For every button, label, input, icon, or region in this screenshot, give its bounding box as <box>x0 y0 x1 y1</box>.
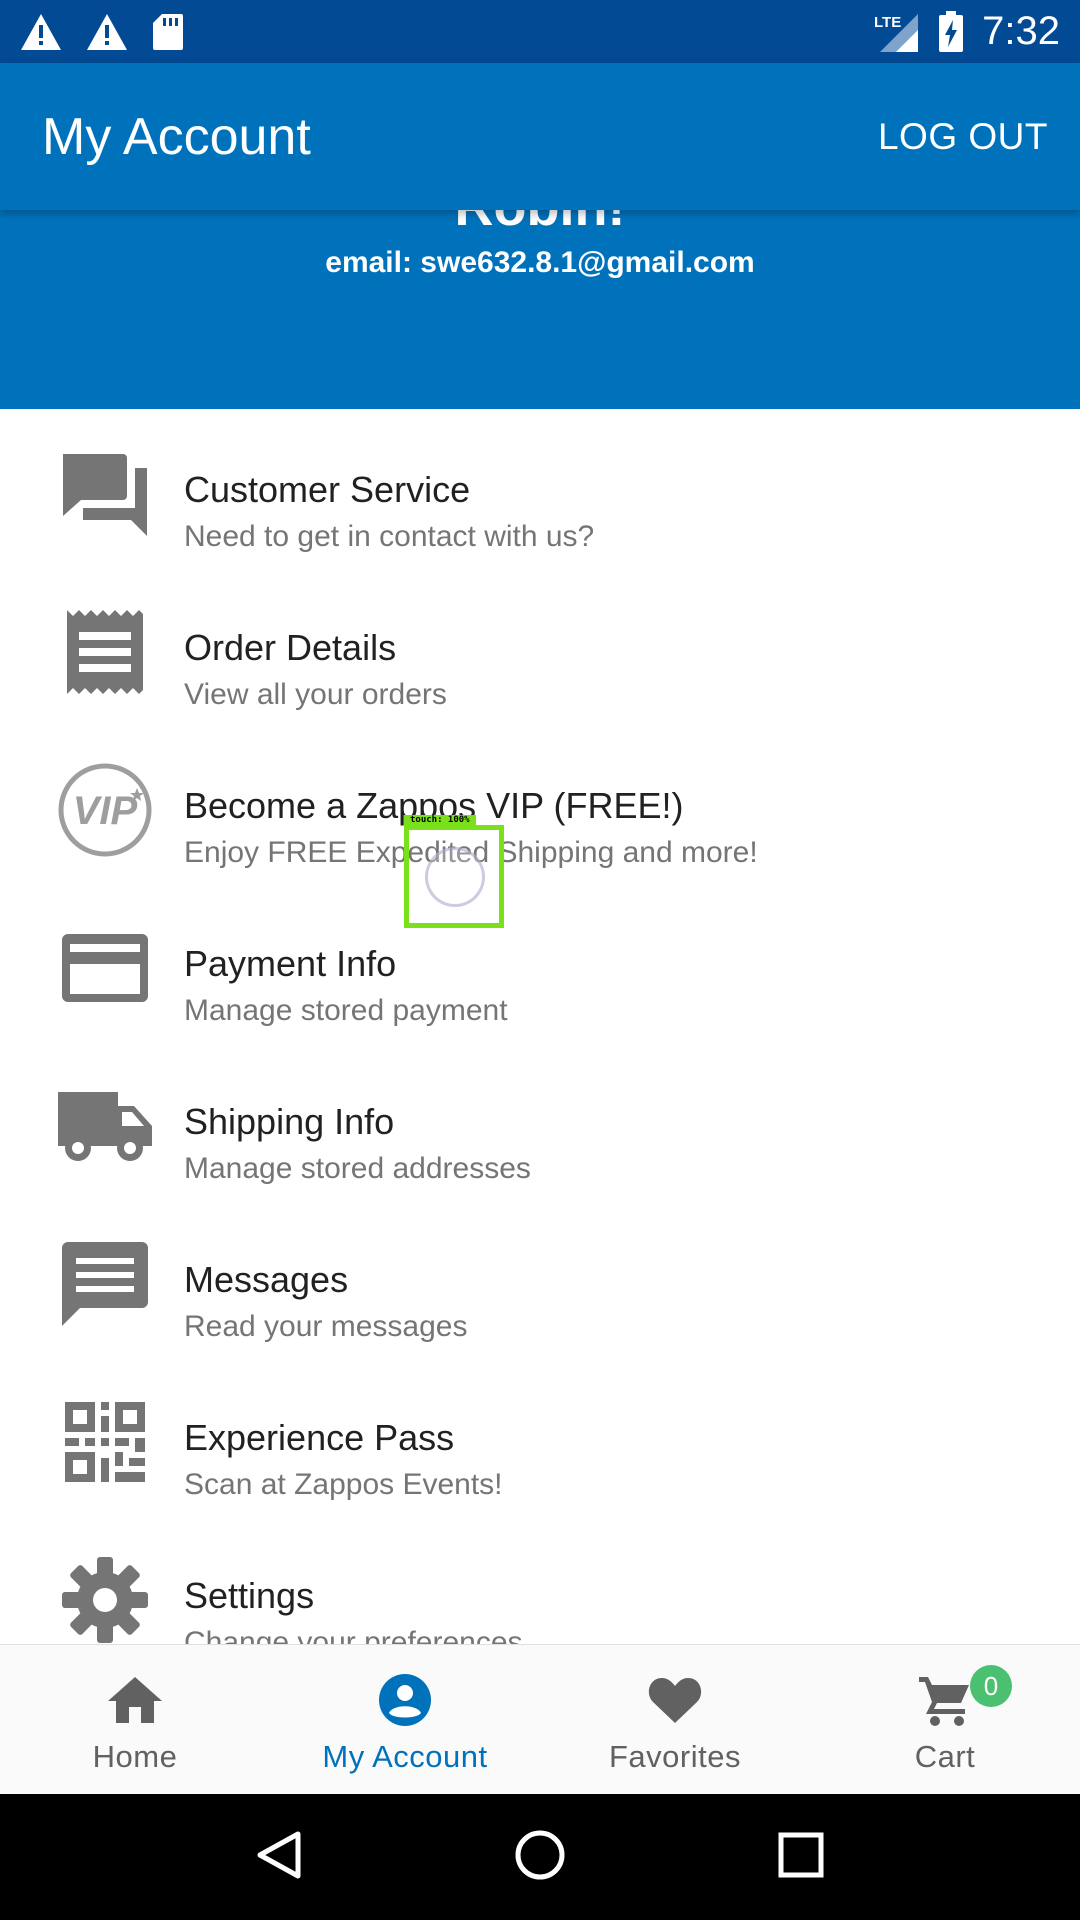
qr-code-icon <box>52 1389 158 1495</box>
menu-item-payment-info[interactable]: Payment Info Manage stored payment <box>0 883 1080 1041</box>
screen: LTE 7:32 My Account LOG OUT Robin! email… <box>0 0 1080 1920</box>
heart-icon <box>647 1673 703 1727</box>
menu-item-title: Experience Pass <box>184 1417 455 1458</box>
warning-icon <box>86 13 128 51</box>
menu-item-title: Messages <box>184 1259 349 1300</box>
sd-card-icon <box>152 13 184 51</box>
nav-label: Home <box>92 1739 178 1774</box>
menu-item-title: Payment Info <box>184 943 397 984</box>
menu-item-order-details[interactable]: Order Details View all your orders <box>0 567 1080 725</box>
menu-item-title: Settings <box>184 1575 315 1616</box>
nav-label: My Account <box>322 1739 488 1774</box>
menu-item-subtitle: Read your messages <box>184 1310 468 1343</box>
warning-icon <box>20 13 62 51</box>
menu-item-messages[interactable]: Messages Read your messages <box>0 1199 1080 1357</box>
menu-item-subtitle: View all your orders <box>184 678 447 711</box>
system-navigation-bar <box>0 1794 1080 1920</box>
menu-item-vip[interactable]: VIP Become a Zappos VIP (FREE!) Enjoy FR… <box>0 725 1080 883</box>
message-icon <box>52 1231 158 1337</box>
menu-item-subtitle: Manage stored payment <box>184 994 508 1027</box>
nav-cart[interactable]: Cart 0 <box>810 1645 1080 1795</box>
truck-icon <box>52 1073 158 1179</box>
nav-my-account[interactable]: My Account <box>270 1645 540 1795</box>
menu-item-subtitle: Scan at Zappos Events! <box>184 1468 503 1501</box>
menu-item-title: Shipping Info <box>184 1101 395 1142</box>
menu-item-title: Customer Service <box>184 469 471 510</box>
menu-item-subtitle: Change your preferences <box>184 1626 523 1644</box>
logout-button[interactable]: LOG OUT <box>878 116 1048 158</box>
menu-item-subtitle: Need to get in contact with us? <box>184 520 595 553</box>
bottom-navigation: Home My Account Favorites Cart 0 <box>0 1644 1080 1794</box>
menu-item-customer-service[interactable]: Customer Service Need to get in contact … <box>0 409 1080 567</box>
gear-icon <box>52 1547 158 1644</box>
nav-favorites[interactable]: Favorites <box>540 1645 810 1795</box>
menu-item-title: Order Details <box>184 627 397 668</box>
recents-icon[interactable] <box>778 1832 824 1883</box>
profile-header: Robin! email: swe632.8.1@gmail.com <box>0 210 1080 409</box>
forum-icon <box>52 441 158 547</box>
account-menu-list: Customer Service Need to get in contact … <box>0 409 1080 1644</box>
app-bar: My Account LOG OUT <box>0 63 1080 210</box>
menu-item-shipping-info[interactable]: Shipping Info Manage stored addresses <box>0 1041 1080 1199</box>
account-icon <box>378 1673 432 1727</box>
menu-item-subtitle: Manage stored addresses <box>184 1152 531 1185</box>
nav-label: Favorites <box>609 1739 741 1774</box>
nav-label: Cart <box>914 1739 976 1774</box>
home-circle-icon[interactable] <box>514 1829 566 1886</box>
credit-card-icon <box>52 915 158 1021</box>
svg-text:VIP: VIP <box>73 789 138 833</box>
menu-item-experience-pass[interactable]: Experience Pass Scan at Zappos Events! <box>0 1357 1080 1515</box>
touch-indicator-circle <box>425 847 485 907</box>
status-bar: LTE 7:32 <box>0 0 1080 63</box>
vip-icon: VIP <box>52 757 158 863</box>
profile-email: email: swe632.8.1@gmail.com <box>325 246 755 279</box>
cart-icon <box>917 1673 973 1727</box>
profile-name: Robin! <box>0 210 1080 238</box>
receipt-icon <box>52 599 158 705</box>
battery-charging-icon <box>938 10 964 53</box>
lte-signal-icon: LTE <box>872 10 920 54</box>
cart-count-badge: 0 <box>970 1665 1012 1707</box>
home-icon <box>106 1673 164 1727</box>
page-title: My Account <box>42 107 311 166</box>
nav-home[interactable]: Home <box>0 1645 270 1795</box>
svg-text:LTE: LTE <box>874 14 901 31</box>
status-time: 7:32 <box>982 9 1060 53</box>
menu-item-settings[interactable]: Settings Change your preferences <box>0 1515 1080 1644</box>
back-icon[interactable] <box>256 1830 302 1885</box>
